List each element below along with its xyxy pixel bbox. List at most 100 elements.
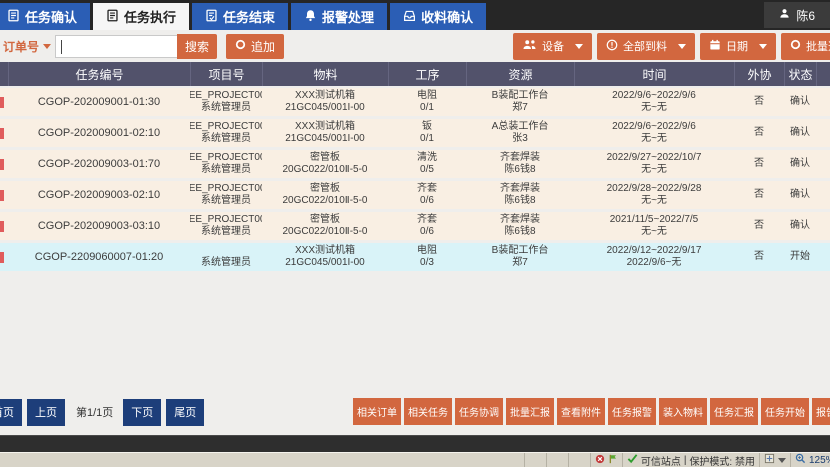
action-button[interactable]: 查看附件 (557, 398, 605, 425)
outsource-text: 否 (754, 96, 764, 108)
filter-label: 全部到料 (623, 38, 667, 54)
action-button[interactable]: 相关订单 (353, 398, 401, 425)
device-filter-button[interactable]: 设备 (513, 33, 592, 60)
column-header-material: 物料 (262, 62, 388, 86)
cell-status: 确认 (784, 181, 816, 209)
tab-task-execute[interactable]: 任务执行 (93, 3, 189, 30)
cell-material: 密管板20GC022/010Ⅱ-5-0 (262, 150, 388, 178)
tab-task-confirm[interactable]: 任务确认 (0, 3, 90, 30)
cell-time: 2021/11/5~2022/7/5无~无 (574, 212, 734, 240)
cell-resource: 齐套焊装陈6钱8 (466, 212, 574, 240)
cell-outsource: 否 (734, 243, 784, 271)
material-filter-button[interactable]: 全部到料 (597, 33, 695, 60)
tab-task-end[interactable]: 任务结束 (192, 3, 288, 30)
order-filter-dropdown[interactable]: 订单号 (3, 38, 51, 55)
first-page-button[interactable]: 首页 (0, 399, 22, 426)
zoom-control[interactable]: 125% (790, 453, 830, 467)
table-row[interactable]: CGOP-202009003-02:10 QEE_PROJECT001系统管理员… (0, 181, 830, 209)
material-text: 密管板 (310, 183, 340, 195)
column-header-project: 项目号 (190, 62, 262, 86)
row-flag-icon (0, 252, 4, 263)
batch-select-button[interactable]: 批量选择 (781, 33, 830, 60)
cell-status: 确认 (784, 88, 816, 116)
action-button[interactable]: 报告填写 (812, 398, 830, 425)
process-qty-text: 0/1 (420, 102, 434, 114)
table-row[interactable]: CGOP-2209060007-01:20 系统管理员 XXX测试机箱21GC0… (0, 243, 830, 271)
people-icon (522, 39, 537, 53)
process-text: 钣 (422, 121, 432, 133)
project-text: QEE_PROJECT001 (190, 183, 262, 195)
time-actual-text: 2022/9/6~无 (627, 257, 682, 269)
action-button[interactable]: 装入物料 (659, 398, 707, 425)
cell-process: 齐套0/6 (388, 212, 466, 240)
project-text: QEE_PROJECT001 (190, 90, 262, 102)
last-page-button[interactable]: 尾页 (166, 399, 204, 426)
next-page-button[interactable]: 下页 (123, 399, 161, 426)
cell-resource: 齐套焊装陈6钱8 (466, 181, 574, 209)
tab-label: 收料确认 (421, 7, 473, 26)
toolbar: 订单号 搜索 追加 设备 全部到料 日期 批量选择 (0, 30, 830, 62)
material-code-text: 20GC022/010Ⅱ-5-0 (283, 195, 368, 207)
append-button[interactable]: 追加 (226, 34, 284, 59)
task-no-text: CGOP-202009001-01:30 (38, 96, 160, 108)
cell-process: 电阻0/1 (388, 88, 466, 116)
project-text: QEE_PROJECT001 (190, 214, 262, 226)
user-chip[interactable]: 陈6 (764, 2, 830, 28)
cell-project: QEE_PROJECT001系统管理员 (190, 150, 262, 178)
action-button[interactable]: 任务报警 (608, 398, 656, 425)
tab-label: 任务执行 (124, 7, 176, 26)
cell-process: 电阻0/3 (388, 243, 466, 271)
cell-process: 齐套0/6 (388, 181, 466, 209)
tab-alarm-handle[interactable]: 报警处理 (291, 3, 387, 30)
action-buttons: 相关订单 相关任务 任务协调 批量汇报 查看附件 任务报警 装入物料 任务汇报 … (353, 398, 830, 425)
task-no-text: CGOP-2209060007-01:20 (35, 251, 163, 263)
search-input[interactable] (56, 36, 177, 57)
browser-status-bar: 可信站点 | 保护模式: 禁用 125% (0, 452, 830, 467)
action-button[interactable]: 批量汇报 (506, 398, 554, 425)
process-text: 齐套 (417, 214, 437, 226)
security-zone-cell: 可信站点 | 保护模式: 禁用 (622, 453, 759, 467)
action-button[interactable]: 相关任务 (404, 398, 452, 425)
outsource-text: 否 (754, 189, 764, 201)
filter-label: 批量选择 (806, 38, 830, 54)
cell-task-no: CGOP-202009003-03:10 (8, 212, 190, 240)
footer-strip (0, 435, 830, 452)
row-flag-cell (0, 150, 8, 178)
cell-project: 系统管理员 (190, 243, 262, 271)
outsource-text: 否 (754, 220, 764, 232)
task-no-text: CGOP-202009003-02:10 (38, 189, 160, 201)
circle-icon (790, 39, 801, 53)
outsource-text: 否 (754, 158, 764, 170)
tab-receive-confirm[interactable]: 收料确认 (390, 3, 486, 30)
action-button[interactable]: 任务开始 (761, 398, 809, 425)
table-row[interactable]: CGOP-202009003-01:70 QEE_PROJECT001系统管理员… (0, 150, 830, 178)
time-actual-text: 无~无 (641, 195, 667, 207)
cell-process: 清洗0/5 (388, 150, 466, 178)
status-text: 确认 (790, 158, 810, 170)
user-name: 陈6 (796, 7, 815, 24)
page-fit-icon (764, 453, 775, 467)
table-row[interactable]: CGOP-202009001-01:30 QEE_PROJECT001系统管理员… (0, 88, 830, 116)
caret-down-icon (678, 44, 686, 49)
search-button[interactable]: 搜索 (177, 34, 217, 59)
action-button[interactable]: 任务协调 (455, 398, 503, 425)
resource-text: 齐套焊装 (500, 183, 540, 195)
clipboard-icon (106, 9, 119, 25)
status-cell (546, 453, 568, 467)
time-plan-text: 2022/9/6~2022/9/6 (612, 90, 696, 102)
time-plan-text: 2021/11/5~2022/7/5 (610, 214, 699, 226)
resource-user-text: 陈6钱8 (504, 195, 535, 207)
status-cell (568, 453, 590, 467)
blocked-icon (595, 454, 605, 467)
circle-icon (235, 39, 246, 53)
prev-page-button[interactable]: 上页 (27, 399, 65, 426)
column-header-status: 状态 (784, 62, 816, 86)
action-button[interactable]: 任务汇报 (710, 398, 758, 425)
date-filter-button[interactable]: 日期 (700, 33, 776, 60)
table-row[interactable]: CGOP-202009003-03:10 QEE_PROJECT001系统管理员… (0, 212, 830, 240)
table-row[interactable]: CGOP-202009001-02:10 QEE_PROJECT001系统管理员… (0, 119, 830, 147)
view-mode-cell[interactable] (759, 453, 790, 467)
cell-project: QEE_PROJECT001系统管理员 (190, 88, 262, 116)
table-header: 任务编号 项目号 物料 工序 资源 时间 外协 状态 (0, 62, 830, 86)
status-divider: | (684, 455, 687, 466)
